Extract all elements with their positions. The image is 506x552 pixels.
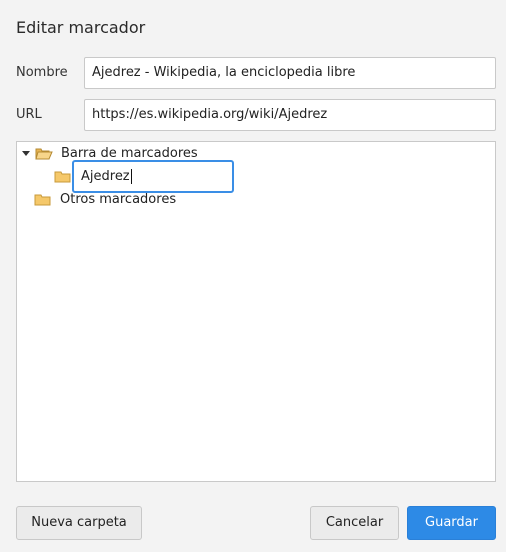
new-folder-name-text: Ajedrez — [81, 169, 130, 184]
name-label: Nombre — [16, 65, 68, 80]
edit-bookmark-dialog: Editar marcador Nombre Ajedrez - Wikiped… — [0, 0, 506, 552]
url-label: URL — [16, 107, 42, 122]
dialog-title: Editar marcador — [16, 18, 146, 37]
folder-icon — [54, 169, 72, 184]
url-input[interactable]: https://es.wikipedia.org/wiki/Ajedrez — [84, 99, 496, 131]
name-input[interactable]: Ajedrez - Wikipedia, la enciclopedia lib… — [84, 57, 496, 89]
cancel-button[interactable]: Cancelar — [310, 506, 399, 540]
tree-item-label: Barra de marcadores — [61, 145, 198, 161]
save-button[interactable]: Guardar — [407, 506, 496, 540]
folder-open-icon — [35, 146, 53, 161]
new-folder-button[interactable]: Nueva carpeta — [16, 506, 142, 540]
tree-item-label: Otros marcadores — [60, 191, 177, 207]
tree-item-other-bookmarks[interactable]: Otros marcadores — [34, 189, 176, 209]
folder-tree[interactable]: Barra de marcadores Ajedrez Otros marcad… — [16, 141, 496, 482]
text-caret — [130, 169, 132, 184]
chevron-down-icon[interactable] — [21, 148, 31, 158]
tree-item-new-folder[interactable] — [54, 166, 72, 186]
folder-icon — [34, 192, 52, 207]
